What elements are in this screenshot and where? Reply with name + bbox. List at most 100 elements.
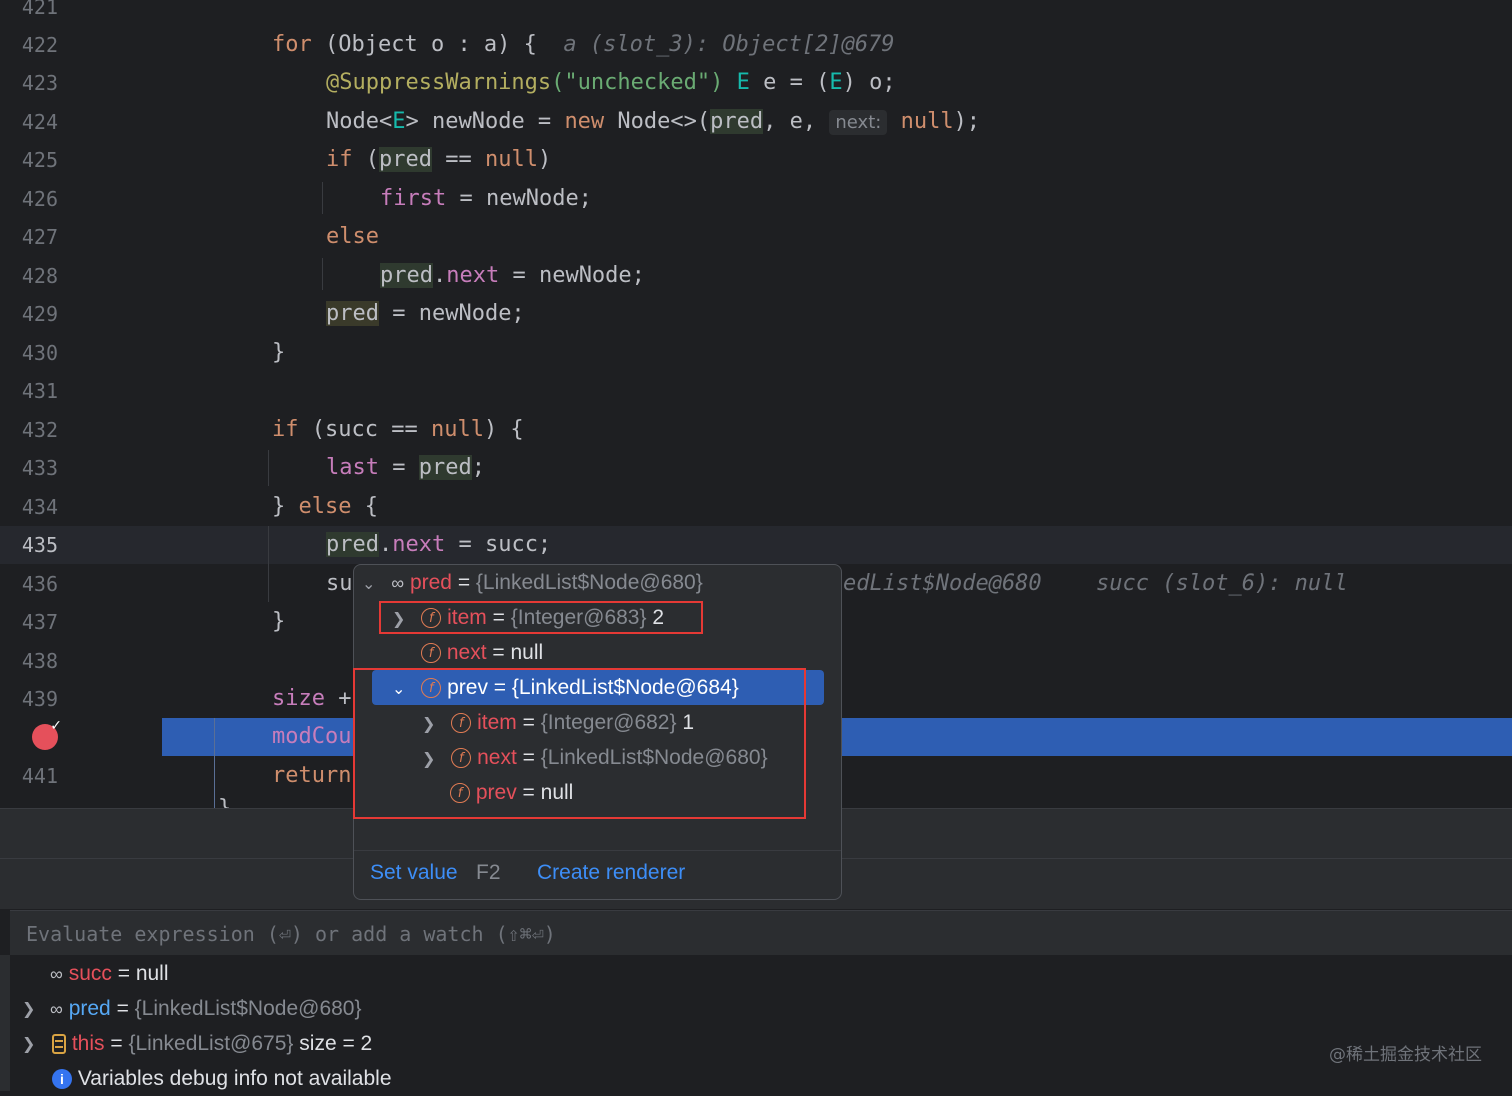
chevron-right-icon[interactable]: ❯ (422, 749, 435, 768)
code-line-435[interactable]: pred.next = succ; (326, 526, 551, 564)
evaluate-bar (10, 910, 1512, 957)
chevron-down-icon[interactable]: ⌄ (392, 679, 405, 698)
line-number: 436 (21, 572, 58, 596)
code-line-430[interactable]: } (272, 334, 285, 372)
watermark: @稀土掘金技术社区 (1329, 1045, 1482, 1065)
variable-name: pred (68, 997, 111, 1020)
chevron-right-icon[interactable]: ❯ (22, 1034, 35, 1053)
parameter-hint: next: (829, 110, 888, 135)
code-text: ( (352, 147, 379, 172)
line-number: 424 (21, 110, 58, 134)
tree-node-next[interactable]: f next = null (421, 635, 543, 670)
node-value: {Integer@682} (540, 711, 677, 734)
code-line-441[interactable]: return (272, 757, 351, 795)
code-text: ) (537, 147, 552, 172)
field-icon: f (451, 713, 472, 734)
watch-glasses-icon: ∞ (50, 999, 63, 1019)
inline-debug-value: edList$Node@680 (843, 571, 1042, 596)
field-icon: f (451, 748, 472, 769)
identifier-highlight: pred (326, 301, 379, 326)
code-line-428[interactable]: pred.next = newNode; (380, 257, 645, 295)
indent-guide (268, 450, 269, 486)
line-number: 423 (21, 71, 58, 95)
code-line-429[interactable]: pred = newNode; (326, 295, 525, 333)
code-line-422[interactable]: for (Object o : a) { a (slot_3): Object[… (272, 26, 895, 64)
code-text: Node< (326, 109, 393, 134)
code-text: ) o; (842, 70, 896, 95)
current-line-highlight (0, 526, 1512, 564)
identifier-highlight: pred (380, 263, 433, 288)
line-number: 429 (21, 302, 58, 326)
field-icon: f (450, 783, 470, 804)
code-text: + (324, 686, 352, 711)
type-param: E (392, 109, 406, 134)
variable-value: {LinkedList@675} (128, 1032, 294, 1055)
variables-panel: ∞ succ = null ❯ ∞ pred = {LinkedList$Nod… (0, 955, 1512, 1091)
evaluate-expression-input[interactable] (24, 911, 1508, 957)
node-value: null (540, 781, 574, 804)
keyword: return (272, 763, 352, 788)
code-line-424[interactable]: Node<E> newNode = new Node<>(pred, e, ne… (326, 103, 980, 142)
code-line-440[interactable]: modCou (272, 718, 351, 756)
tree-node-prev-selected[interactable]: ⌄ f prev = {LinkedList$Node@684} (372, 670, 824, 705)
code-line-425[interactable]: if (pred == null) (326, 141, 551, 179)
code-line-427[interactable]: else (326, 218, 379, 256)
set-value-link[interactable]: Set value (370, 861, 458, 885)
panel-edge (0, 955, 10, 1091)
equals-sign: = (522, 781, 535, 804)
keyword: for (272, 32, 312, 57)
equals-sign: = (116, 997, 129, 1020)
line-number: 441 (21, 764, 58, 788)
variable-name: this (71, 1032, 105, 1055)
node-name: prev (475, 781, 517, 804)
tree-node-prev-next[interactable]: ❯ f next = {LinkedList$Node@680} (422, 740, 768, 775)
code-line-439[interactable]: size + (272, 680, 351, 718)
code-line-426[interactable]: first = newNode; (380, 180, 592, 218)
code-text: ) { (483, 417, 524, 442)
code-text: = newNode; (446, 186, 592, 211)
watch-glasses-icon: ∞ (391, 573, 405, 593)
keyword: if (272, 417, 299, 442)
code-text: { (351, 494, 378, 519)
debug-value-popup[interactable]: ⌄ ∞ pred = {LinkedList$Node@680} ❯ f ite… (353, 564, 842, 900)
code-text: > newNode = (405, 109, 565, 134)
type-param: E (829, 70, 843, 95)
indent-guide (268, 526, 269, 602)
equals-sign: = (522, 746, 535, 769)
equals-sign: = (110, 1032, 123, 1055)
code-line-437[interactable]: } (272, 603, 285, 641)
variable-row-succ[interactable]: ∞ succ = null (50, 957, 169, 991)
code-line-442[interactable]: } (218, 790, 231, 808)
chevron-down-icon[interactable]: ⌄ (362, 574, 375, 593)
line-number: 434 (21, 495, 58, 519)
variable-row-pred[interactable]: ∞ pred = {LinkedList$Node@680} (50, 992, 362, 1026)
code-line-423[interactable]: @SuppressWarnings("unchecked") E e = (E)… (326, 64, 896, 102)
keyword: null (484, 147, 538, 172)
code-text: ; (471, 455, 485, 480)
variable-row-this[interactable]: this = {LinkedList@675} size = 2 (52, 1027, 372, 1061)
keyword: if (326, 147, 353, 172)
code-text: , e, (763, 109, 830, 134)
chevron-right-icon[interactable]: ❯ (22, 999, 35, 1018)
code-line-432[interactable]: if (succ == null) { (272, 411, 524, 449)
line-number: 428 (21, 264, 58, 288)
equals-sign: = (117, 962, 130, 985)
breakpoint-icon[interactable]: ✓ (32, 718, 62, 750)
tree-node-prev-item[interactable]: ❯ f item = {Integer@682} 1 (422, 705, 694, 740)
tree-node-pred[interactable]: ⌄ ∞ pred = {LinkedList$Node@680} (362, 565, 703, 600)
code-line-436[interactable]: su (326, 565, 353, 603)
tree-node-item[interactable]: ❯ f item = {Integer@683} 2 (392, 600, 664, 635)
keyword: null (430, 417, 484, 442)
chevron-right-icon[interactable]: ❯ (392, 609, 405, 628)
code-text: = succ; (445, 532, 552, 557)
keyword: new (564, 109, 605, 134)
code-line-433[interactable]: last = pred; (326, 449, 485, 487)
indent-guide (322, 182, 323, 214)
field: last (326, 455, 379, 480)
field-icon: f (421, 608, 442, 629)
chevron-right-icon[interactable]: ❯ (422, 714, 435, 733)
code-line-434[interactable]: } else { (272, 488, 378, 526)
create-renderer-link[interactable]: Create renderer (537, 861, 685, 885)
tree-node-prev-prev[interactable]: f prev = null (450, 775, 573, 810)
line-number: 439 (21, 687, 58, 711)
